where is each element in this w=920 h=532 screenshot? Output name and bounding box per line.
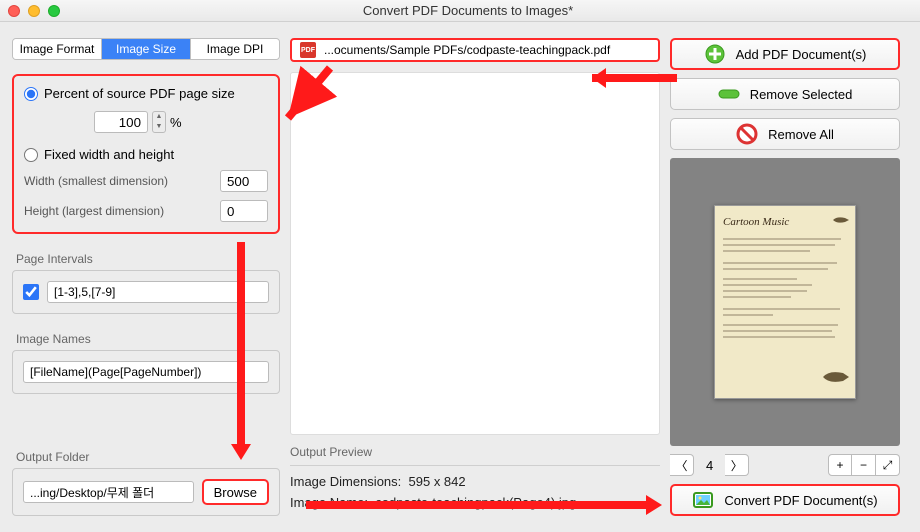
image-size-group: Percent of source PDF page size ▲▼ % Fix… [12, 74, 280, 234]
output-preview-box: Image Dimensions: 595 x 842 Image Name: … [290, 465, 660, 510]
file-path: ...ocuments/Sample PDFs/codpaste-teachin… [324, 43, 610, 57]
minus-icon [718, 83, 740, 105]
plus-icon [704, 43, 726, 65]
page-thumbnail: Cartoon Music [670, 158, 900, 446]
intervals-field[interactable] [47, 281, 269, 303]
fixed-radio-label: Fixed width and height [44, 147, 174, 162]
tab-image-format[interactable]: Image Format [13, 39, 102, 59]
page-number: 4 [700, 458, 719, 473]
width-label: Width (smallest dimension) [24, 174, 168, 188]
convert-label: Convert PDF Document(s) [724, 493, 877, 508]
zoom-in-button[interactable]: + [828, 454, 852, 476]
page-intervals-label: Page Intervals [16, 252, 280, 266]
dim-label: Image Dimensions: [290, 474, 401, 489]
horn-icon [831, 214, 849, 226]
next-page-button[interactable]: 〉 [725, 454, 749, 476]
dim-value: 595 x 842 [409, 474, 466, 489]
image-names-field[interactable] [23, 361, 269, 383]
tab-image-size[interactable]: Image Size [102, 39, 191, 59]
percent-unit: % [170, 115, 182, 130]
percent-radio-label: Percent of source PDF page size [44, 86, 235, 101]
no-entry-icon [736, 123, 758, 145]
file-list-item[interactable]: PDF ...ocuments/Sample PDFs/codpaste-tea… [290, 38, 660, 62]
browse-button[interactable]: Browse [202, 479, 269, 505]
fixed-radio[interactable] [24, 148, 38, 162]
fullscreen-button[interactable]: ⤢ [876, 454, 900, 476]
remove-all-label: Remove All [768, 127, 834, 142]
remove-selected-button[interactable]: Remove Selected [670, 78, 900, 110]
image-icon [692, 489, 714, 511]
width-field[interactable] [220, 170, 268, 192]
percent-radio[interactable] [24, 87, 38, 101]
intervals-checkbox[interactable] [23, 284, 39, 300]
horn-large-icon [821, 368, 849, 386]
name-label: Image Name: [290, 495, 368, 510]
height-label: Height (largest dimension) [24, 204, 164, 218]
output-preview-label: Output Preview [290, 445, 660, 459]
pager: 〈 4 〉 + − ⤢ [670, 454, 900, 476]
remove-selected-label: Remove Selected [750, 87, 853, 102]
add-pdf-label: Add PDF Document(s) [736, 47, 867, 62]
convert-button[interactable]: Convert PDF Document(s) [670, 484, 900, 516]
file-list-canvas[interactable] [290, 72, 660, 435]
name-value: codpaste-teachingpack(Page4).jpg [375, 495, 576, 510]
titlebar: Convert PDF Documents to Images* [0, 0, 920, 22]
window-title: Convert PDF Documents to Images* [8, 3, 920, 18]
prev-page-button[interactable]: 〈 [670, 454, 694, 476]
output-path-field[interactable] [23, 481, 194, 503]
tab-image-dpi[interactable]: Image DPI [191, 39, 279, 59]
size-mode-tabs: Image Format Image Size Image DPI [12, 38, 280, 60]
add-pdf-button[interactable]: Add PDF Document(s) [670, 38, 900, 70]
thumb-title: Cartoon Music [723, 216, 847, 228]
pdf-icon: PDF [300, 42, 316, 58]
percent-stepper[interactable]: ▲▼ [152, 111, 166, 133]
output-folder-label: Output Folder [16, 450, 280, 464]
remove-all-button[interactable]: Remove All [670, 118, 900, 150]
height-field[interactable] [220, 200, 268, 222]
percent-field[interactable] [94, 111, 148, 133]
image-names-label: Image Names [16, 332, 280, 346]
zoom-out-button[interactable]: − [852, 454, 876, 476]
